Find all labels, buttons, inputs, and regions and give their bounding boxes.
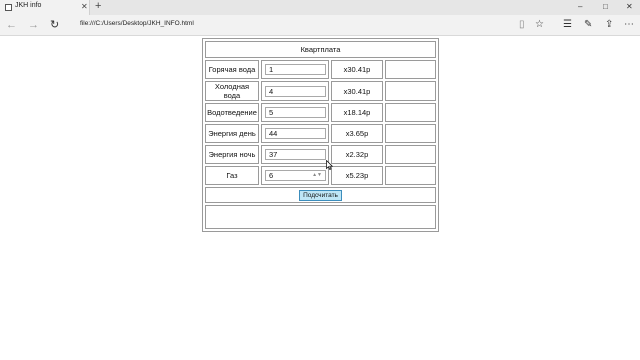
row-label: Горячая вода: [205, 60, 259, 79]
rate-value: x30.41р: [331, 81, 383, 101]
button-cell: Подсчитать: [205, 187, 436, 203]
hub-icon[interactable]: ☰: [563, 18, 572, 32]
tab-title: JKH info: [15, 2, 42, 9]
forward-arrow-icon[interactable]: →: [28, 18, 39, 32]
web-note-icon[interactable]: ✎: [584, 18, 592, 32]
tab-close-icon[interactable]: ✕: [81, 1, 88, 13]
share-icon[interactable]: ⇪: [605, 18, 613, 32]
energy-night-input[interactable]: 37: [265, 149, 326, 160]
page-content: Квартплата Горячая вода 1 x30.41р Холодн…: [0, 36, 640, 360]
table-row: Энергия день 44 x3.65р: [205, 124, 436, 143]
tab-jkh-info[interactable]: JKH info ✕: [0, 0, 90, 15]
sum-cell: [385, 124, 436, 143]
calculate-button[interactable]: Подсчитать: [299, 189, 342, 201]
back-arrow-icon[interactable]: ←: [6, 18, 17, 32]
hot-water-input[interactable]: 1: [265, 64, 326, 75]
more-icon[interactable]: ⋯: [624, 18, 634, 32]
result-cell: [205, 205, 436, 229]
gas-value: 6: [269, 171, 274, 180]
sum-cell: [385, 145, 436, 164]
row-label: Энергия ночь: [205, 145, 259, 164]
row-label: Газ: [205, 166, 259, 185]
table-row: Горячая вода 1 x30.41р: [205, 60, 436, 79]
energy-day-input[interactable]: 44: [265, 128, 326, 139]
utilities-table: Квартплата Горячая вода 1 x30.41р Холодн…: [202, 38, 439, 232]
cold-water-input[interactable]: 4: [265, 85, 326, 97]
rate-value: x5.23р: [331, 166, 383, 185]
rate-value: x3.65р: [331, 124, 383, 143]
close-window-icon[interactable]: ✕: [626, 1, 633, 13]
table-row: Водотведение 5 x18.14р: [205, 103, 436, 122]
maximize-icon[interactable]: □: [603, 1, 608, 13]
rate-value: x2.32р: [331, 145, 383, 164]
rate-value: x18.14р: [331, 103, 383, 122]
reading-view-icon[interactable]: ▯: [519, 18, 525, 32]
sum-cell: [385, 81, 436, 101]
new-tab-icon[interactable]: +: [95, 0, 101, 14]
address-bar[interactable]: file:///C:/Users/Desktop/JKH_INFO.html: [80, 20, 194, 27]
table-row: Газ 6 ▲▼ x5.23р: [205, 166, 436, 185]
sum-cell: [385, 166, 436, 185]
drainage-input[interactable]: 5: [265, 107, 326, 118]
table-title: Квартплата: [205, 41, 436, 58]
minimize-icon[interactable]: –: [578, 1, 582, 13]
refresh-icon[interactable]: ↻: [50, 18, 59, 32]
table-row: Энергия ночь 37 x2.32р: [205, 145, 436, 164]
browser-window: JKH info ✕ + – □ ✕ ← → ↻ file:///C:/User…: [0, 0, 640, 360]
row-label: Холодная вода: [205, 81, 259, 101]
row-label: Водотведение: [205, 103, 259, 122]
navigation-bar: ← → ↻ file:///C:/Users/Desktop/JKH_INFO.…: [0, 15, 640, 36]
rate-value: x30.41р: [331, 60, 383, 79]
sum-cell: [385, 103, 436, 122]
favorite-star-icon[interactable]: ☆: [535, 18, 544, 32]
gas-input[interactable]: 6 ▲▼: [265, 170, 326, 181]
spinner-arrow-icon[interactable]: ▲▼: [312, 171, 322, 180]
tab-bar: JKH info ✕ + – □ ✕: [0, 0, 640, 15]
mouse-cursor-icon: [326, 160, 333, 170]
row-label: Энергия день: [205, 124, 259, 143]
table-row: Холодная вода 4 x30.41р: [205, 81, 436, 101]
page-icon: [5, 4, 12, 11]
sum-cell: [385, 60, 436, 79]
